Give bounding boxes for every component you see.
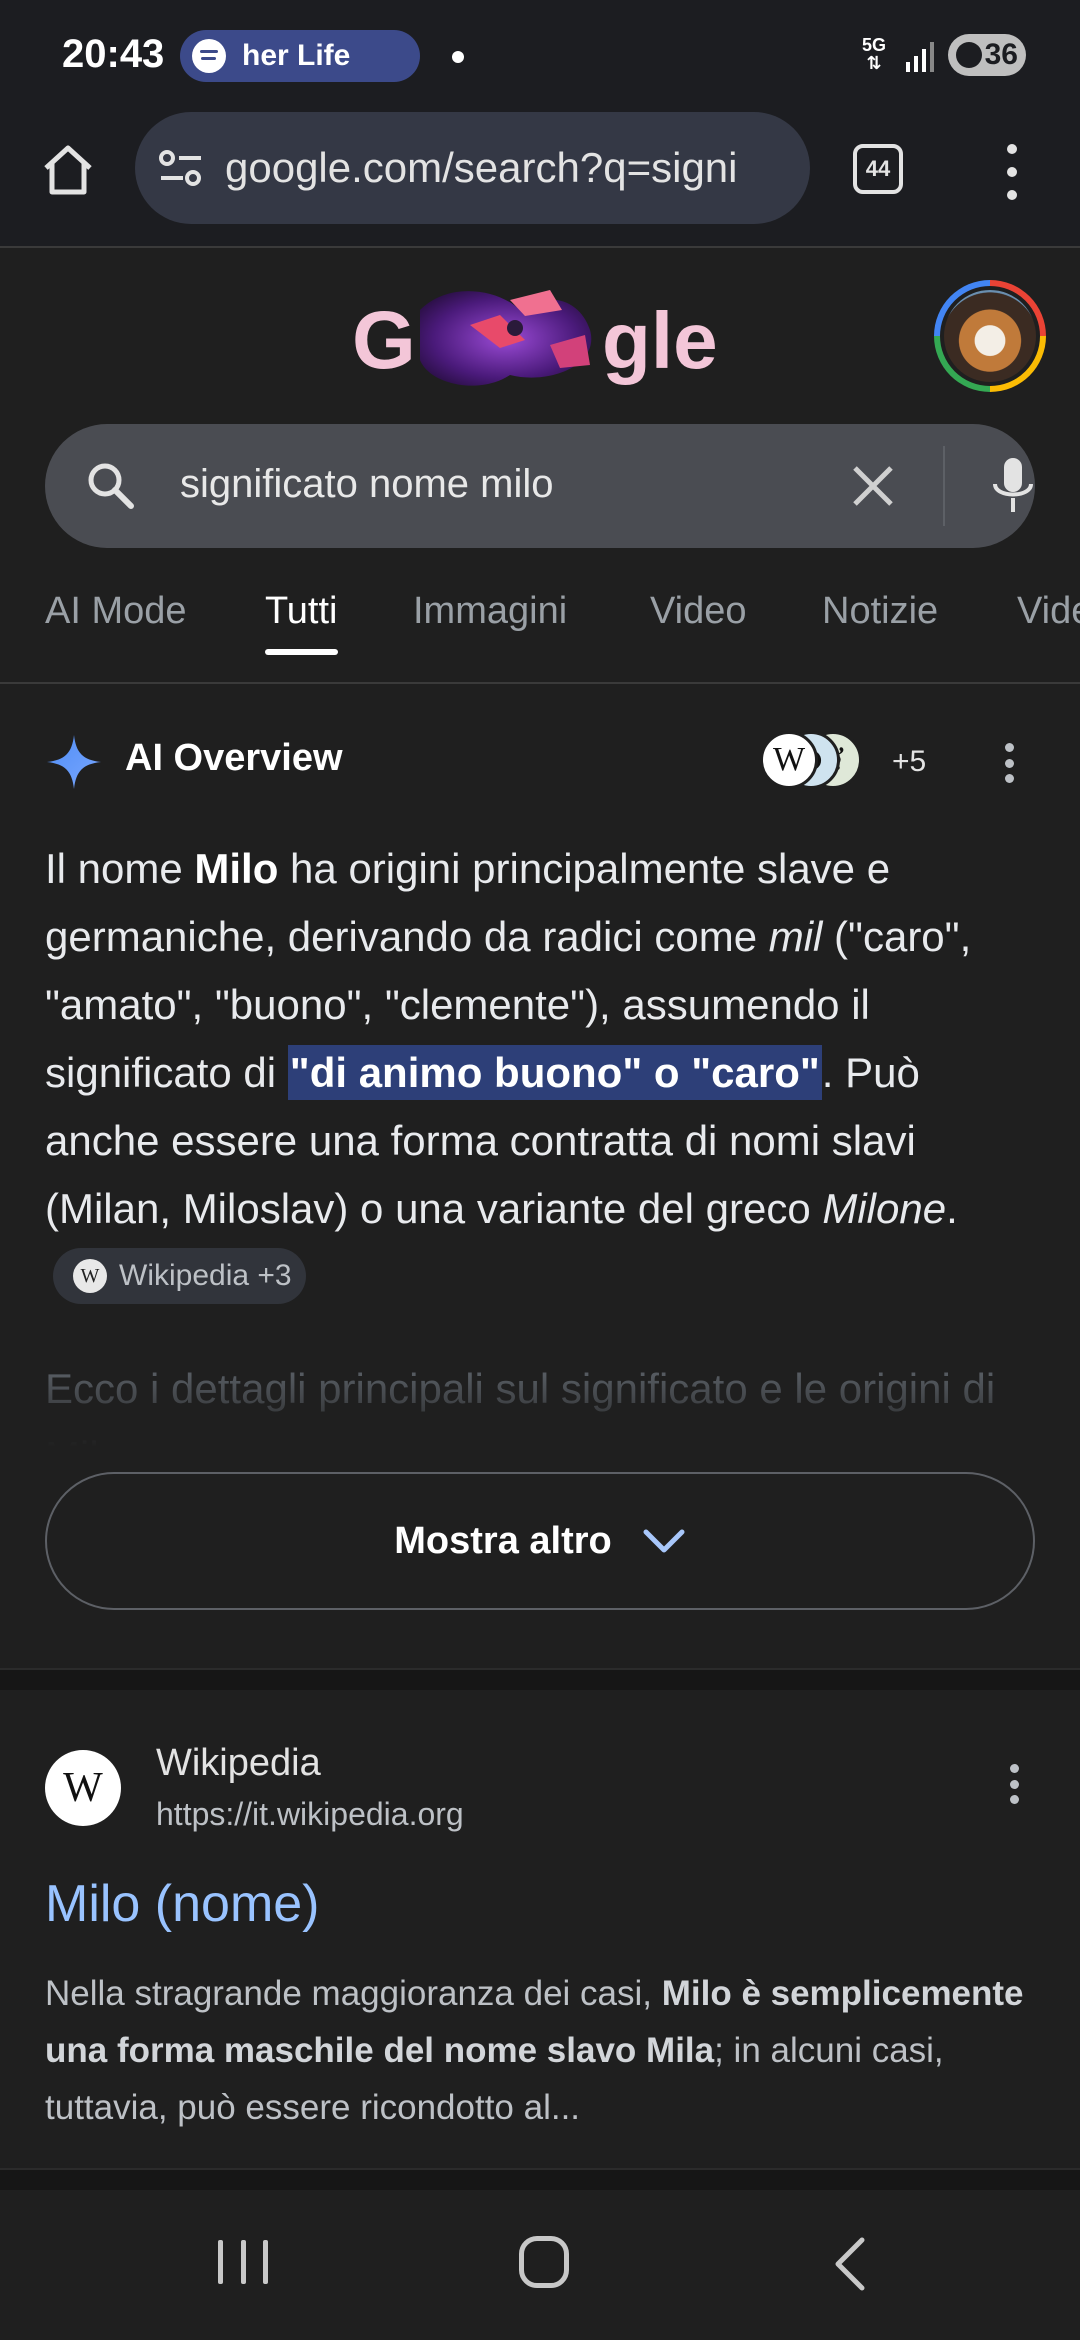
media-title: her Life: [242, 39, 351, 72]
result-snippet: Nella stragrande maggioranza dei casi, M…: [45, 1974, 1024, 2127]
status-time: 20:43: [62, 32, 165, 76]
ai-overview-text: Il nome Milo ha origini principalmente s…: [45, 835, 1045, 1311]
chevron-down-icon: [643, 1529, 685, 1553]
highlighted-meaning: "di animo buono" o "caro": [287, 1045, 822, 1100]
search-box[interactable]: significato nome milo: [45, 424, 1035, 548]
wikipedia-icon[interactable]: W: [45, 1750, 121, 1826]
gemini-sparkle-icon: [47, 735, 101, 789]
section-divider: [0, 1668, 1080, 1690]
tab-switcher-button[interactable]: 44: [853, 144, 903, 194]
ai-overview-menu-button[interactable]: [1005, 743, 1017, 783]
result-menu-button[interactable]: [1010, 1764, 1022, 1804]
tab-video[interactable]: Video: [650, 590, 747, 633]
network-type: 5G ⇅: [862, 35, 887, 73]
section-divider: [0, 2168, 1080, 2190]
browser-toolbar: google.com/search?q=signi 44: [0, 110, 1080, 248]
svg-text:G: G: [352, 295, 416, 386]
system-nav-bar: [0, 2190, 1080, 2340]
mic-icon[interactable]: [983, 454, 1043, 518]
account-avatar[interactable]: [934, 280, 1046, 392]
wikipedia-icon: W: [73, 1258, 107, 1293]
search-divider: [943, 446, 945, 526]
show-more-label: Mostra altro: [394, 1519, 612, 1562]
spotify-icon: [192, 39, 226, 73]
ai-sources[interactable]: ❦ ☻ W +5: [760, 731, 935, 791]
media-playback-pill[interactable]: her Life: [180, 30, 420, 82]
search-filter-tabs: AI Mode Tutti Immagini Video Notizie Vid…: [0, 560, 1080, 684]
home-icon[interactable]: [38, 140, 98, 200]
tab-ai-mode[interactable]: AI Mode: [45, 590, 187, 633]
svg-text:gle: gle: [602, 296, 718, 385]
recent-apps-button[interactable]: [218, 2240, 268, 2290]
tab-tutti[interactable]: Tutti: [265, 590, 338, 655]
search-icon: [88, 463, 134, 509]
site-settings-icon[interactable]: [157, 148, 205, 188]
browser-menu-button[interactable]: [996, 144, 1028, 200]
back-icon[interactable]: [830, 2236, 870, 2292]
result-url[interactable]: https://it.wikipedia.org: [156, 1796, 464, 1833]
source-chip[interactable]: W Wikipedia +3: [53, 1247, 306, 1304]
ai-overview-faded-text: Ecco i dettagli principali sul significa…: [45, 1355, 1045, 1465]
ai-overview-title: AI Overview: [125, 737, 343, 779]
source-chip-label: Wikipedia +3: [119, 1258, 292, 1292]
power-saving-icon: [956, 42, 982, 68]
battery-level: 36: [984, 38, 1018, 71]
search-result: W Wikipedia https://it.wikipedia.org Mil…: [0, 1690, 1080, 2170]
google-doodle-logo[interactable]: G gle: [350, 270, 730, 410]
show-more-button[interactable]: Mostra altro: [45, 1472, 1035, 1610]
wikipedia-icon: W: [760, 731, 818, 789]
notification-dot: [452, 51, 464, 63]
search-input[interactable]: significato nome milo: [180, 462, 554, 507]
result-site-name[interactable]: Wikipedia: [156, 1742, 321, 1785]
status-bar: 20:43 her Life 5G ⇅ 36: [0, 0, 1080, 110]
result-title-link[interactable]: Milo (nome): [45, 1874, 320, 1934]
address-bar[interactable]: google.com/search?q=signi: [135, 112, 810, 224]
tab-video-overflow[interactable]: Vide: [1017, 590, 1080, 633]
home-button[interactable]: [519, 2236, 569, 2288]
signal-icon: [906, 42, 934, 72]
ai-overview-header: AI Overview ❦ ☻ W +5: [45, 725, 1035, 795]
url-text[interactable]: google.com/search?q=signi: [225, 144, 790, 192]
tab-notizie[interactable]: Notizie: [822, 590, 938, 633]
tab-immagini[interactable]: Immagini: [413, 590, 567, 633]
close-icon[interactable]: [845, 458, 901, 514]
sources-more-count: +5: [892, 745, 927, 778]
battery-indicator: 36: [948, 34, 1026, 76]
